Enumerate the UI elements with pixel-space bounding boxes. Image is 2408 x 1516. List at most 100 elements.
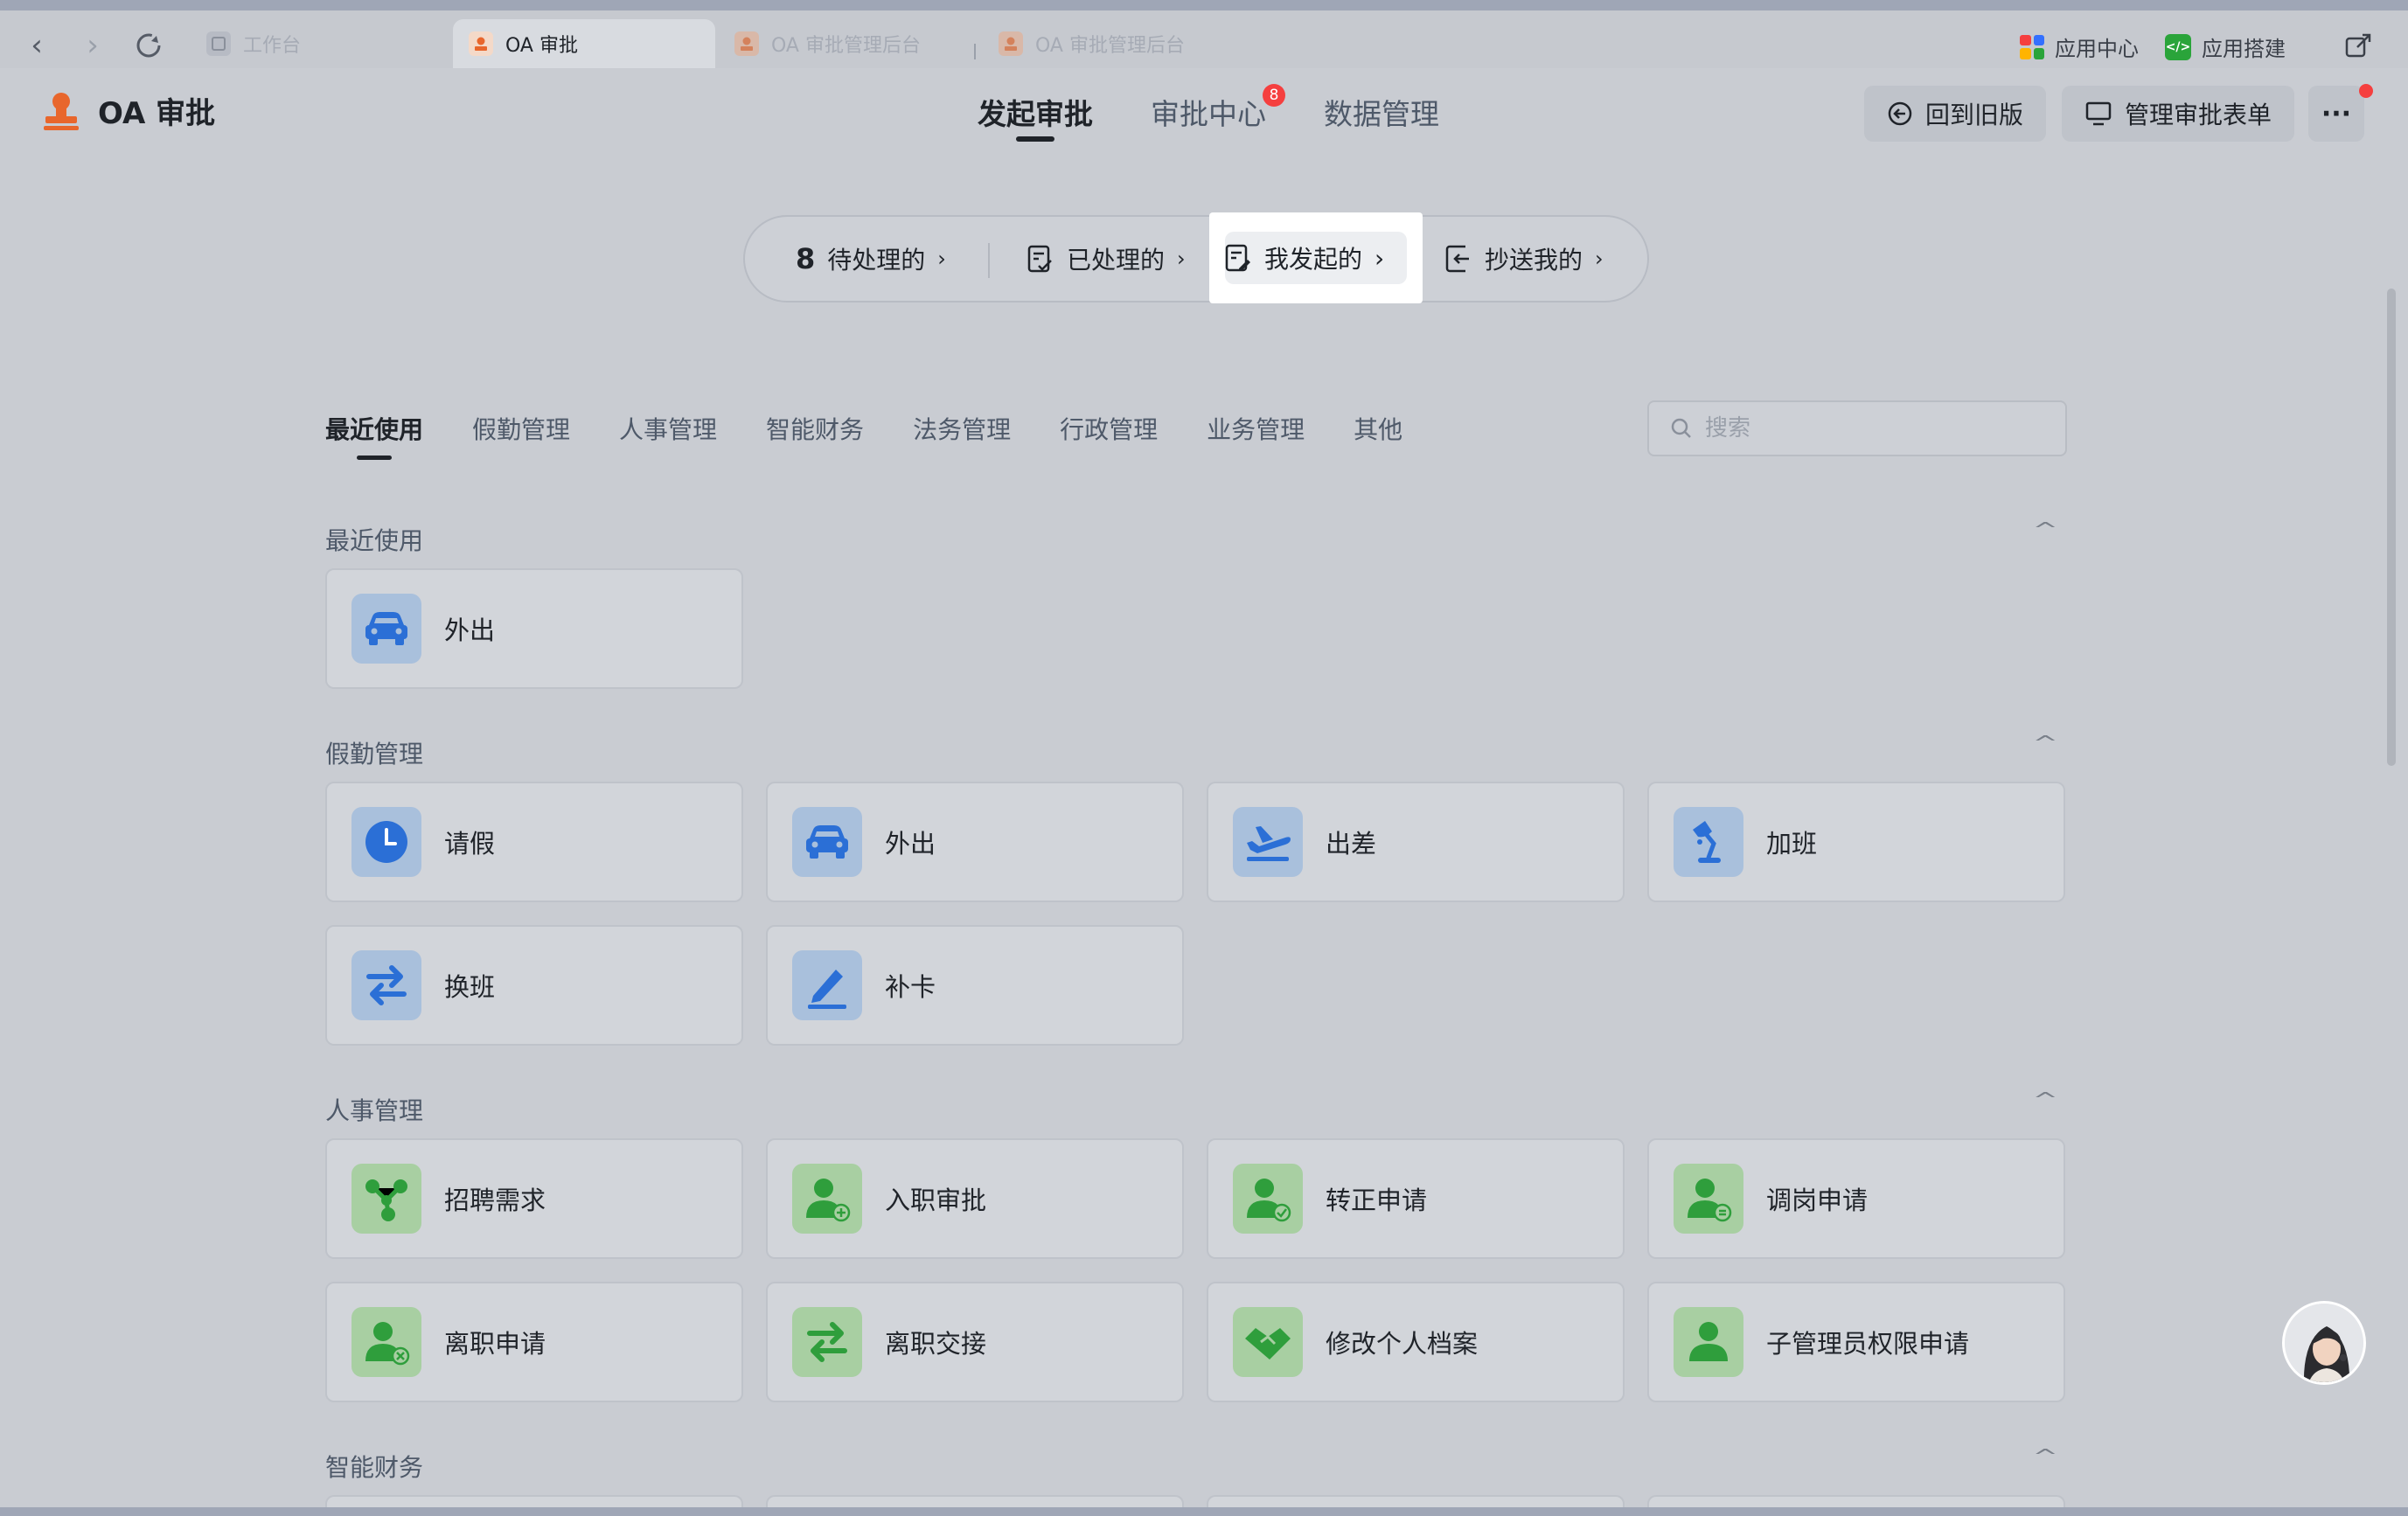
user-icon — [1674, 1307, 1743, 1377]
form-card-recruitment[interactable]: 招聘需求 — [325, 1138, 743, 1259]
back-circle-icon — [1888, 101, 1912, 126]
cc-filter[interactable]: 抄送我的 › — [1444, 217, 1604, 301]
card-label: 请假 — [444, 829, 496, 859]
form-card-finance-partial[interactable] — [1647, 1495, 2065, 1507]
form-card-shift-swap[interactable]: 换班 — [325, 925, 743, 1046]
notification-dot — [2359, 84, 2373, 98]
category-tab-business[interactable]: 业务管理 — [1207, 411, 1305, 460]
edit-doc-icon — [1225, 244, 1250, 272]
car-icon — [792, 807, 862, 877]
category-tab-admin[interactable]: 行政管理 — [1060, 411, 1158, 460]
tab-label: OA 审批 — [505, 35, 578, 57]
category-tabs: 最近使用 假勤管理 人事管理 智能财务 法务管理 行政管理 业务管理 其他 — [325, 411, 1402, 460]
tab-label: 发起审批 — [978, 97, 1093, 131]
form-card-leave[interactable]: 请假 — [325, 782, 743, 902]
app-center-icon — [2020, 34, 2044, 59]
tab-label: 工作台 — [243, 35, 302, 57]
scrollbar[interactable] — [2387, 289, 2396, 766]
tab-data-management[interactable]: 数据管理 — [1324, 91, 1439, 143]
car-icon — [351, 594, 421, 664]
form-card-transfer[interactable]: 调岗申请 — [1647, 1138, 2065, 1259]
category-tab-legal[interactable]: 法务管理 — [913, 411, 1011, 460]
tab-oa-admin-2[interactable]: OA 审批管理后台 — [983, 19, 1245, 68]
divider — [988, 243, 990, 278]
tab-label: 数据管理 — [1324, 97, 1439, 131]
handshake-icon — [1233, 1307, 1303, 1377]
category-tab-finance[interactable]: 智能财务 — [766, 411, 864, 460]
app-center-label: 应用中心 — [2055, 37, 2139, 61]
window-bottom-edge — [0, 1507, 2408, 1516]
collapse-chevron-icon[interactable]: ^ — [2032, 1089, 2058, 1111]
tab-oa-admin-1[interactable]: OA 审批管理后台 — [719, 19, 972, 68]
chevron-right-icon: › — [1595, 247, 1604, 271]
processed-label: 已处理的 — [1067, 246, 1166, 275]
forward-icon[interactable]: › — [73, 26, 112, 65]
reload-icon[interactable] — [129, 26, 168, 65]
user-add-icon — [792, 1164, 862, 1234]
card-label: 入职审批 — [885, 1186, 987, 1215]
pending-filter[interactable]: 8 待处理的 › — [796, 217, 946, 301]
category-tab-recent[interactable]: 最近使用 — [325, 411, 423, 460]
pending-count: 8 — [796, 242, 816, 275]
pen-icon — [792, 950, 862, 1020]
form-card-edit-profile[interactable]: 修改个人档案 — [1207, 1282, 1625, 1402]
form-card-resignation[interactable]: 离职申请 — [325, 1282, 743, 1402]
button-label: 回到旧版 — [1925, 101, 2024, 129]
category-tab-hr[interactable]: 人事管理 — [619, 411, 717, 460]
tab-oa-approval[interactable]: OA 审批 — [453, 19, 715, 68]
user-check-icon — [1233, 1164, 1303, 1234]
button-label: 管理审批表单 — [2125, 101, 2272, 129]
form-card-finance-partial[interactable] — [766, 1495, 1184, 1507]
main-tabs: 发起审批 审批中心 8 数据管理 — [978, 84, 1439, 143]
card-label: 换班 — [444, 972, 496, 1002]
manage-forms-button[interactable]: 管理审批表单 — [2062, 86, 2295, 142]
form-card-finance-partial[interactable] — [325, 1495, 743, 1507]
form-card-onboarding[interactable]: 入职审批 — [766, 1138, 1184, 1259]
card-label: 离职交接 — [885, 1329, 987, 1359]
more-icon: ··· — [2321, 98, 2352, 129]
app-builder-icon: </> — [2165, 33, 2191, 60]
chevron-right-icon: › — [937, 247, 946, 271]
search-input[interactable] — [1705, 415, 2037, 442]
form-card-business-trip[interactable]: 出差 — [1207, 782, 1625, 902]
tab-workbench[interactable]: 工作台 — [191, 19, 453, 68]
form-card-clock-correction[interactable]: 补卡 — [766, 925, 1184, 1046]
section-title-recent: 最近使用 — [325, 526, 424, 555]
collapse-chevron-icon[interactable]: ^ — [2032, 1446, 2058, 1468]
card-label: 调岗申请 — [1766, 1186, 1869, 1215]
app-builder-link[interactable]: </> 应用搭建 — [2165, 31, 2286, 62]
approval-favicon-icon — [734, 31, 759, 56]
tab-separator — [974, 44, 976, 59]
form-card-handover[interactable]: 离职交接 — [766, 1282, 1184, 1402]
initiated-filter[interactable]: 我发起的 › — [1224, 215, 1384, 301]
form-card-regularization[interactable]: 转正申请 — [1207, 1138, 1625, 1259]
back-to-old-version-button[interactable]: 回到旧版 — [1864, 86, 2047, 142]
tab-initiate-approval[interactable]: 发起审批 — [978, 91, 1093, 143]
back-icon[interactable]: ‹ — [17, 26, 56, 65]
category-tab-attendance[interactable]: 假勤管理 — [472, 411, 570, 460]
desk-lamp-icon — [1674, 807, 1743, 877]
browser-window: ‹ › 工作台 OA 审批 OA 审批管理后台 OA 审批管理后台 应用中心 <… — [0, 0, 2408, 1516]
form-card-overtime[interactable]: 加班 — [1647, 782, 2065, 902]
form-card-sub-admin-permission[interactable]: 子管理员权限申请 — [1647, 1282, 2065, 1402]
user-transfer-icon — [1674, 1164, 1743, 1234]
tab-label: 审批中心 — [1151, 97, 1266, 131]
form-card-finance-partial[interactable] — [1207, 1495, 1625, 1507]
tab-label: OA 审批管理后台 — [771, 35, 921, 57]
collapse-chevron-icon[interactable]: ^ — [2032, 519, 2058, 541]
collapse-chevron-icon[interactable]: ^ — [2032, 733, 2058, 755]
processed-filter[interactable]: 已处理的 › — [1027, 217, 1186, 301]
assistant-avatar[interactable] — [2282, 1301, 2366, 1385]
app-center-link[interactable]: 应用中心 — [2020, 31, 2139, 62]
card-label: 招聘需求 — [444, 1186, 546, 1215]
swap-arrows-icon — [792, 1307, 862, 1377]
form-card-outing-recent[interactable]: 外出 — [325, 568, 743, 689]
browser-tab-strip: ‹ › 工作台 OA 审批 OA 审批管理后台 OA 审批管理后台 应用中心 <… — [0, 0, 2408, 68]
swap-arrows-icon — [351, 950, 421, 1020]
tab-approval-center[interactable]: 审批中心 8 — [1151, 84, 1285, 143]
more-button[interactable]: ··· — [2308, 86, 2364, 142]
category-tab-other[interactable]: 其他 — [1354, 411, 1402, 460]
open-external-icon[interactable] — [2343, 31, 2373, 61]
form-card-outing[interactable]: 外出 — [766, 782, 1184, 902]
card-label: 修改个人档案 — [1326, 1329, 1479, 1359]
